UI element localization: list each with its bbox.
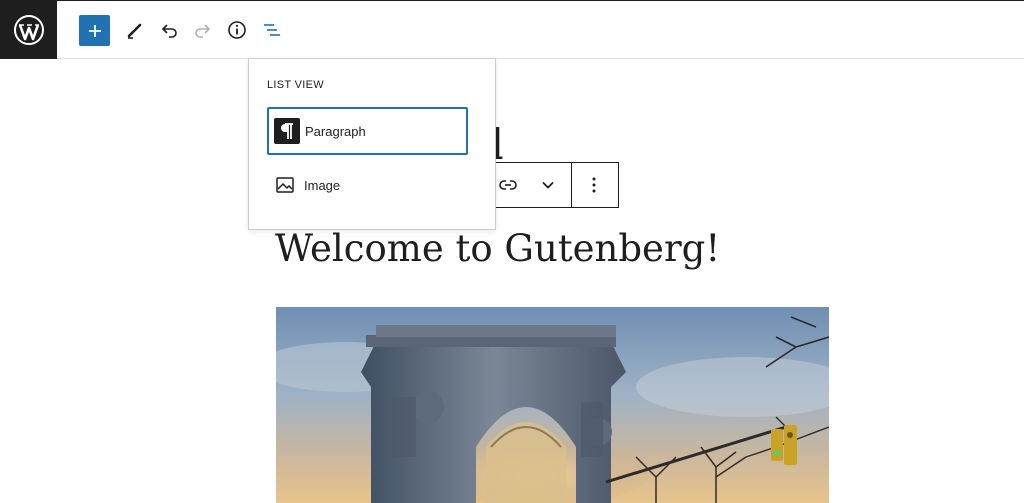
image-icon [272, 172, 298, 198]
undo-button[interactable] [153, 14, 185, 46]
list-view-icon [264, 24, 280, 36]
paragraph-block[interactable]: Welcome to Gutenberg! [275, 225, 720, 273]
list-view-item-label: Paragraph [305, 123, 366, 139]
redo-icon [195, 24, 211, 38]
link-icon [499, 180, 517, 190]
list-view-button[interactable] [255, 14, 287, 46]
pencil-icon [127, 23, 142, 39]
arch-photo [276, 307, 829, 503]
block-options-button[interactable] [579, 170, 609, 200]
list-view-panel: List View Paragraph Image [248, 58, 496, 230]
tools-button[interactable] [119, 14, 151, 46]
list-view-title: List View [267, 79, 324, 91]
more-rich-text-button[interactable] [533, 170, 563, 200]
info-icon [228, 21, 246, 39]
plus-icon [88, 24, 101, 37]
details-button[interactable] [221, 14, 253, 46]
chevron-down-icon [542, 181, 554, 189]
link-button[interactable] [493, 170, 523, 200]
block-toolbar [493, 162, 619, 208]
image-block[interactable] [276, 307, 829, 503]
paragraph-icon [274, 118, 300, 144]
redo-button[interactable] [187, 14, 219, 46]
list-view-item-label: Image [304, 177, 341, 193]
editor-app: d Welcome to Gutenberg! [0, 0, 1024, 503]
add-block-button[interactable] [79, 15, 110, 46]
undo-icon [161, 24, 177, 38]
wordpress-logo-icon[interactable] [0, 1, 57, 59]
top-toolbar [0, 0, 1024, 59]
list-view-item-paragraph[interactable]: Paragraph [267, 107, 468, 155]
toolbar-divider [571, 163, 572, 207]
list-view-item-image[interactable]: Image [267, 161, 468, 209]
vertical-ellipsis-icon [592, 177, 596, 193]
